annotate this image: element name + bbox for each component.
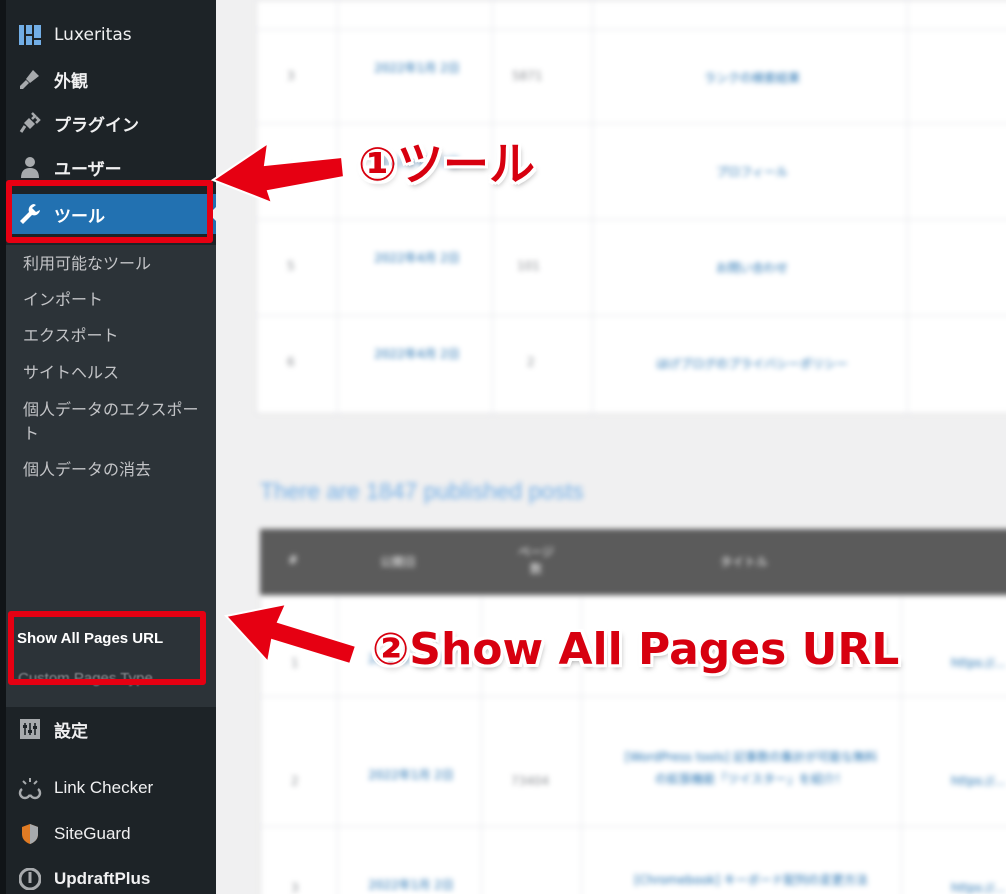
sidebar-item-appearance[interactable]: 外観 [6,61,216,97]
plugin-plug-icon [18,111,42,135]
sidebar-item-siteguard[interactable]: SiteGuard [6,816,216,852]
submenu-export[interactable]: エクスポート [23,324,208,348]
sidebar-item-label: SiteGuard [54,824,131,843]
sidebar-item-label: ユーザー [54,159,122,180]
sidebar-item-label: Luxeritas [54,25,132,45]
settings-sliders-icon [18,717,42,741]
luxeritas-grid-icon [18,23,42,47]
paintbrush-icon [18,67,42,91]
shield-icon [18,822,42,846]
sidebar-item-luxeritas[interactable]: Luxeritas [6,17,216,53]
arrow-left-icon [210,140,346,205]
sidebar-item-label: 外観 [54,71,88,92]
arrow-left-icon [224,602,358,666]
sidebar-item-plugins[interactable]: プラグイン [6,105,216,141]
submenu-import[interactable]: インポート [23,288,208,312]
sidebar-item-label: UpdraftPlus [54,869,151,888]
updraft-icon [18,867,42,891]
show-all-pages-highlight-box [8,611,206,685]
submenu-site-health[interactable]: サイトヘルス [23,361,208,385]
sidebar-item-settings[interactable]: 設定 [6,711,216,747]
posts-table-header: # 公開日 ページ数 タイトル [260,529,1006,595]
user-icon [18,155,42,179]
sidebar-item-link-checker[interactable]: Link Checker [6,770,216,806]
submenu-erase-personal-data[interactable]: 個人データの消去 [23,458,208,482]
broken-link-icon [18,776,42,800]
submenu-export-personal-data[interactable]: 個人データのエクスポート [23,398,208,446]
sidebar-item-updraftplus[interactable]: UpdraftPlus [6,861,216,894]
sidebar-item-label: プラグイン [54,115,139,136]
tools-highlight-box [6,180,213,243]
sidebar-item-label: 設定 [54,721,88,742]
pages-table: 3 2022年1月 2日 5871 ランクの検索結果 4 2022年4月 2日 … [256,0,1006,415]
admin-sidebar: Luxeritas 外観 プラグイン ユーザー ツール 利用可能なツール インポ… [0,0,217,894]
step2-callout: ②Show All Pages URL [372,624,900,675]
submenu-available-tools[interactable]: 利用可能なツール [23,252,208,276]
step1-callout: ①ツール [358,137,535,191]
published-posts-heading: There are 1847 published posts [260,478,584,504]
sidebar-item-label: Link Checker [54,778,154,797]
